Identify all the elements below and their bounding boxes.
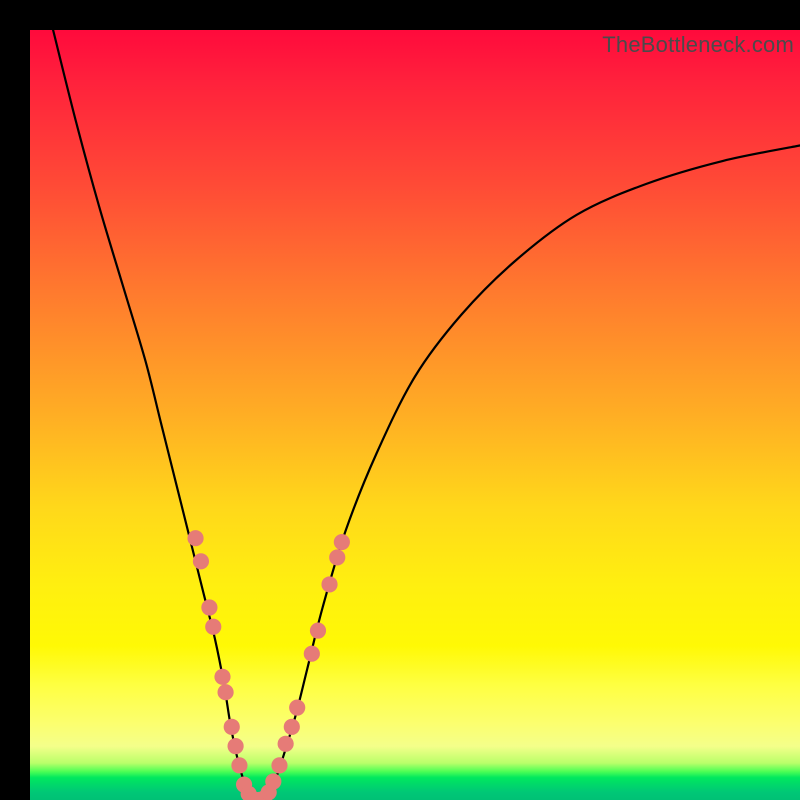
data-marker — [193, 553, 209, 569]
data-marker — [187, 530, 203, 546]
data-marker — [231, 757, 247, 773]
data-marker — [334, 534, 350, 550]
data-marker — [304, 646, 320, 662]
data-marker — [278, 736, 294, 752]
data-marker — [271, 757, 287, 773]
data-marker — [265, 773, 281, 789]
data-marker — [214, 669, 230, 685]
data-marker — [224, 719, 240, 735]
chart-svg — [30, 30, 800, 800]
data-marker — [284, 719, 300, 735]
data-marker — [217, 684, 233, 700]
chart-frame: TheBottleneck.com — [0, 0, 800, 800]
marker-group — [187, 530, 349, 800]
data-marker — [205, 619, 221, 635]
bottleneck-curve — [53, 30, 800, 800]
plot-area: TheBottleneck.com — [30, 30, 800, 800]
data-marker — [310, 623, 326, 639]
data-marker — [228, 738, 244, 754]
data-marker — [289, 700, 305, 716]
data-marker — [201, 599, 217, 615]
data-marker — [329, 549, 345, 565]
data-marker — [321, 576, 337, 592]
